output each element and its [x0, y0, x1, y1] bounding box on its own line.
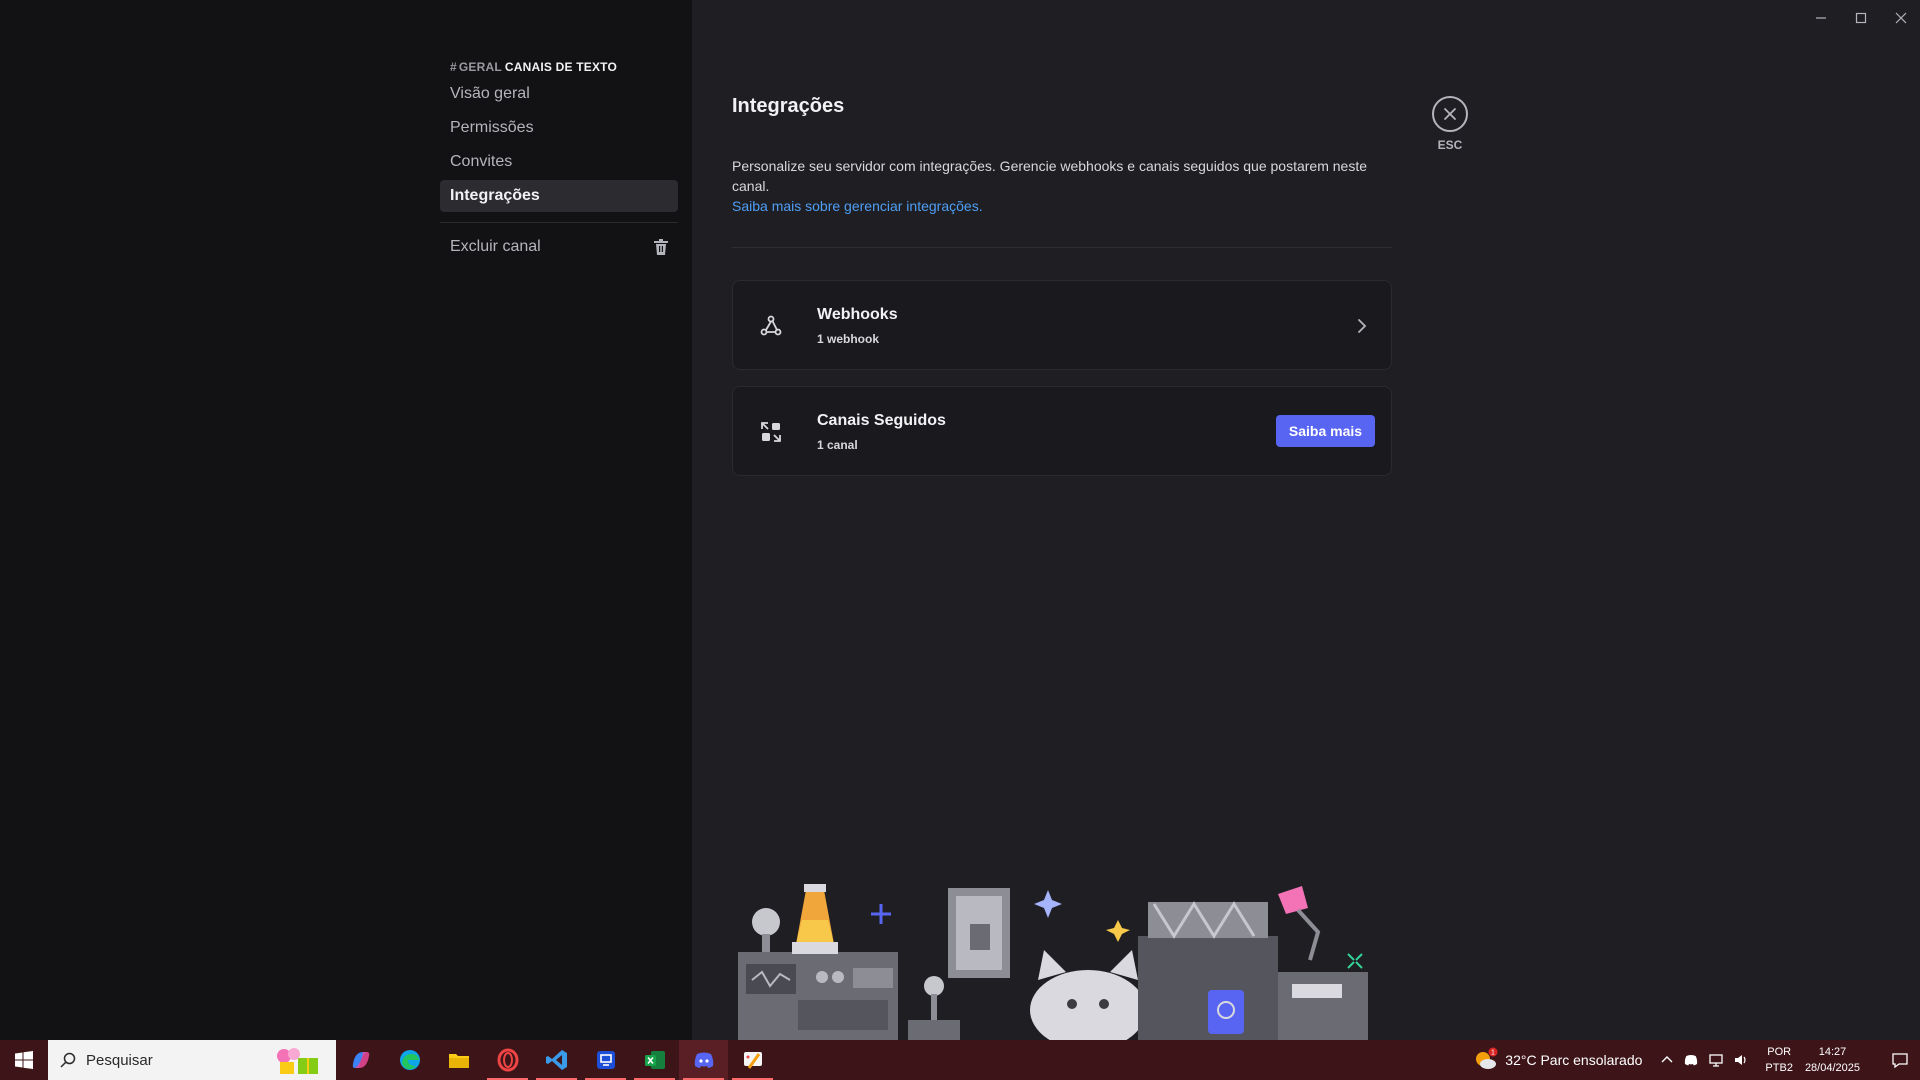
maximize-icon [1855, 12, 1867, 24]
search-placeholder: Pesquisar [86, 1051, 153, 1069]
channel-category: CANAIS DE TEXTO [504, 60, 617, 74]
weather-widget[interactable]: 1 32°C Parc ensolarado [1473, 1047, 1642, 1073]
close-icon [1444, 108, 1456, 120]
discord-window: # GERAL CANAIS DE TEXTO Visão geral Permis… [0, 0, 1920, 1040]
weather-badge: 1 [1491, 1050, 1495, 1057]
tray-icons [1660, 1052, 1749, 1068]
followed-channels-card: Canais Seguidos 1 canal Saiba mais [732, 386, 1392, 476]
esc-label: ESC [1437, 138, 1463, 152]
copilot-icon [352, 1052, 369, 1068]
chevron-right-icon [1358, 319, 1367, 333]
input-language[interactable]: POR PTB2 [1765, 1044, 1793, 1076]
discord-icon [694, 1052, 713, 1068]
webhook-icon [760, 315, 782, 336]
vscode-icon [545, 1050, 567, 1070]
vscode-app[interactable] [532, 1040, 581, 1080]
volume-icon[interactable] [1733, 1052, 1749, 1068]
clock-date: 28/04/2025 [1804, 1062, 1860, 1074]
settings-sidebar: # GERAL CANAIS DE TEXTO Visão geral Permis… [0, 0, 692, 1040]
chevron-up-icon[interactable] [1660, 1053, 1674, 1067]
window-close-button[interactable] [1881, 6, 1920, 30]
webhooks-card[interactable]: Webhooks 1 webhook [732, 280, 1392, 370]
learn-more-link[interactable]: Saiba mais sobre gerenciar integrações. [732, 196, 1392, 216]
opera-icon [497, 1048, 518, 1072]
remote-desktop-icon [596, 1051, 615, 1069]
sidebar-item-integrations[interactable]: Integrações [440, 180, 678, 212]
workshop-illustration [738, 884, 1368, 1040]
section-divider [732, 247, 1392, 248]
follow-channel-icon [761, 422, 781, 442]
clock-time: 14:27 [1818, 1046, 1847, 1058]
learn-more-button[interactable]: Saiba mais [1276, 415, 1375, 447]
keyboard-layout: PTB2 [1765, 1062, 1793, 1074]
webhooks-count: 1 webhook [817, 332, 880, 346]
clock[interactable]: 14:27 28/04/2025 [1805, 1044, 1860, 1076]
windows-taskbar: Pesquisar 1 32°C Parc ensolarado POR PTB… [0, 1040, 1920, 1080]
sidebar-item-permissions[interactable]: Permissões [440, 112, 678, 144]
channel-name: GERAL [458, 60, 502, 74]
webhooks-title: Webhooks [817, 306, 898, 323]
integrations-description: Personalize seu servidor com integrações… [732, 158, 1368, 194]
paint-icon [743, 1052, 762, 1069]
weather-text: 32°C Parc ensolarado [1505, 1052, 1643, 1068]
paint-app[interactable] [728, 1040, 777, 1080]
network-icon[interactable] [1708, 1052, 1724, 1068]
channel-hash-icon: # [450, 60, 457, 74]
window-close-icon [1895, 12, 1907, 24]
file-explorer-icon [448, 1054, 469, 1068]
language-code: POR [1767, 1046, 1792, 1058]
sidebar-divider [440, 222, 678, 223]
search-highlight-icon [277, 1048, 318, 1074]
weather-icon: 1 [1476, 1047, 1498, 1069]
excel-icon [644, 1051, 665, 1069]
maximize-button[interactable] [1841, 6, 1881, 30]
edge-app[interactable] [385, 1040, 434, 1080]
system-tray: 1 32°C Parc ensolarado POR PTB2 14:27 28… [1473, 1040, 1920, 1080]
close-button[interactable] [1432, 96, 1468, 132]
minimize-icon [1816, 17, 1826, 19]
delete-channel-item[interactable]: Excluir canal [440, 231, 678, 263]
sidebar-header: # GERAL CANAIS DE TEXTO [440, 56, 678, 78]
notification-icon [1892, 1053, 1908, 1069]
sidebar-item-invites[interactable]: Convites [440, 146, 678, 178]
file-explorer-app[interactable] [434, 1040, 483, 1080]
copilot-app[interactable] [336, 1040, 385, 1080]
followed-channels-title: Canais Seguidos [817, 412, 946, 429]
discord-tray-icon[interactable] [1683, 1052, 1699, 1068]
remote-desktop-app[interactable] [581, 1040, 630, 1080]
excel-app[interactable] [630, 1040, 679, 1080]
close-settings[interactable]: ESC [1432, 96, 1468, 152]
trash-icon [654, 239, 668, 255]
edge-icon [399, 1050, 420, 1070]
sidebar-item-overview[interactable]: Visão geral [440, 78, 678, 110]
minimize-button[interactable] [1801, 6, 1841, 30]
page-title: Integrações [732, 95, 845, 117]
followed-channels-count: 1 canal [817, 438, 858, 452]
delete-channel-label: Excluir canal [450, 238, 541, 255]
opera-app[interactable] [483, 1040, 532, 1080]
search-icon [60, 1052, 76, 1068]
taskbar-search[interactable]: Pesquisar [48, 1040, 336, 1080]
start-button[interactable] [0, 1040, 48, 1080]
windows-logo-icon [15, 1051, 33, 1069]
discord-app[interactable] [679, 1040, 728, 1080]
notification-center-button[interactable] [1880, 1040, 1920, 1080]
